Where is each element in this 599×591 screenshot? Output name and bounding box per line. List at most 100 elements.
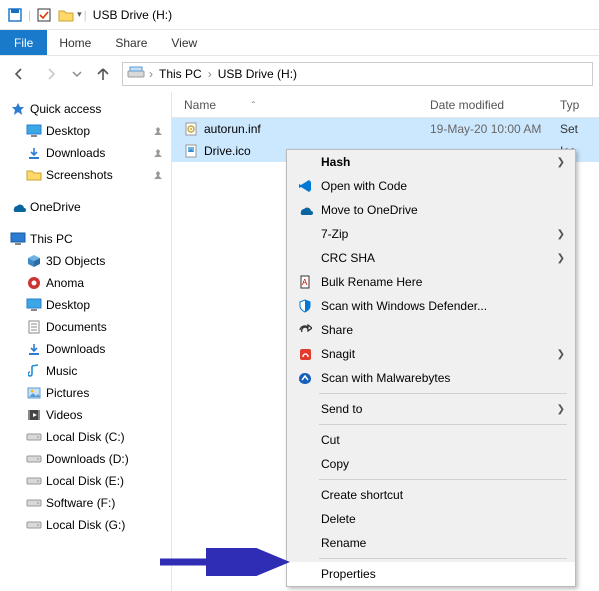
share-icon [295, 324, 315, 336]
context-menu[interactable]: Hash❯Open with CodeMove to OneDrive7-Zip… [286, 149, 576, 587]
disk-icon [26, 495, 42, 511]
back-button[interactable] [6, 61, 32, 87]
pictures-icon [26, 385, 42, 401]
menu-item-rename[interactable]: Rename [287, 531, 575, 555]
tree-item-downloads[interactable]: Downloads [6, 142, 171, 164]
tree-item-local-disk-c-[interactable]: Local Disk (C:) [6, 426, 171, 448]
column-type[interactable]: Typ [560, 98, 599, 112]
3d-icon [26, 253, 42, 269]
menu-item-scan-with-windows-defender[interactable]: Scan with Windows Defender... [287, 294, 575, 318]
svg-text:A: A [302, 278, 308, 287]
tree-item-local-disk-e-[interactable]: Local Disk (E:) [6, 470, 171, 492]
save-icon[interactable] [6, 6, 24, 24]
menu-item-delete[interactable]: Delete [287, 507, 575, 531]
brh-icon: A [295, 275, 315, 289]
tree-item-downloads[interactable]: Downloads [6, 338, 171, 360]
submenu-arrow-icon: ❯ [557, 229, 565, 240]
tree-this-pc[interactable]: This PC [6, 228, 171, 250]
vscode-icon [295, 179, 315, 193]
view-tab[interactable]: View [159, 30, 209, 55]
share-tab[interactable]: Share [103, 30, 159, 55]
disk-icon [26, 451, 42, 467]
file-row[interactable]: autorun.inf19-May-20 10:00 AMSet [172, 118, 599, 140]
disk-icon [26, 517, 42, 533]
file-icon [184, 122, 198, 136]
tree-item-desktop[interactable]: Desktop [6, 294, 171, 316]
submenu-arrow-icon: ❯ [557, 404, 565, 415]
pin-icon [153, 126, 163, 136]
menu-item-open-with-code[interactable]: Open with Code [287, 174, 575, 198]
column-headers[interactable]: Name ⌃ Date modified Typ [172, 92, 599, 118]
submenu-arrow-icon: ❯ [557, 253, 565, 264]
menu-separator [319, 424, 567, 425]
tree-item-videos[interactable]: Videos [6, 404, 171, 426]
menu-item-send-to[interactable]: Send to❯ [287, 397, 575, 421]
menu-item-properties[interactable]: Properties [287, 562, 575, 586]
drive-icon [127, 65, 145, 83]
folder-icon [26, 167, 42, 183]
disk-icon [26, 473, 42, 489]
tree-item-documents[interactable]: Documents [6, 316, 171, 338]
title-bar: | ▾ | USB Drive (H:) [0, 0, 599, 30]
menu-item-crc-sha[interactable]: CRC SHA❯ [287, 246, 575, 270]
tree-onedrive[interactable]: OneDrive [6, 196, 171, 218]
downloads-icon [26, 145, 42, 161]
mwb-icon [295, 372, 315, 385]
address-bar[interactable]: › This PC › USB Drive (H:) [122, 62, 593, 86]
menu-item-share[interactable]: Share [287, 318, 575, 342]
column-date[interactable]: Date modified [430, 98, 560, 112]
sort-caret-icon: ⌃ [250, 100, 257, 109]
tree-item-local-disk-g-[interactable]: Local Disk (G:) [6, 514, 171, 536]
menu-item-7-zip[interactable]: 7-Zip❯ [287, 222, 575, 246]
file-tab[interactable]: File [0, 30, 47, 55]
menu-item-hash[interactable]: Hash❯ [287, 150, 575, 174]
chevron-right-icon[interactable]: › [147, 67, 155, 81]
home-tab[interactable]: Home [47, 30, 103, 55]
tree-item-pictures[interactable]: Pictures [6, 382, 171, 404]
menu-item-copy[interactable]: Copy [287, 452, 575, 476]
navigation-tree[interactable]: Quick access DesktopDownloadsScreenshots… [0, 92, 172, 591]
chevron-right-icon[interactable]: › [206, 67, 214, 81]
menu-item-cut[interactable]: Cut [287, 428, 575, 452]
snagit-icon [295, 348, 315, 361]
menu-item-snagit[interactable]: Snagit❯ [287, 342, 575, 366]
pin-icon [153, 170, 163, 180]
tree-item-music[interactable]: Music [6, 360, 171, 382]
quick-access-icon [10, 101, 26, 117]
qat-overflow-icon[interactable]: ▾ [77, 9, 82, 20]
folder-icon[interactable] [57, 6, 75, 24]
column-name[interactable]: Name [184, 98, 216, 112]
tree-item-software-f-[interactable]: Software (F:) [6, 492, 171, 514]
menu-item-move-to-onedrive[interactable]: Move to OneDrive [287, 198, 575, 222]
breadcrumb-leaf[interactable]: USB Drive (H:) [214, 67, 301, 81]
menu-item-scan-with-malwarebytes[interactable]: Scan with Malwarebytes [287, 366, 575, 390]
tree-item-downloads-d-[interactable]: Downloads (D:) [6, 448, 171, 470]
videos-icon [26, 407, 42, 423]
desktop-icon [26, 297, 42, 313]
tree-item-screenshots[interactable]: Screenshots [6, 164, 171, 186]
tree-item-anoma[interactable]: Anoma [6, 272, 171, 294]
tree-quick-access[interactable]: Quick access [6, 98, 171, 120]
forward-button[interactable] [38, 61, 64, 87]
disk-icon [26, 429, 42, 445]
navigation-bar: › This PC › USB Drive (H:) [0, 56, 599, 92]
this-pc-icon [10, 231, 26, 247]
onedrive-icon [295, 204, 315, 216]
desktop-icon [26, 123, 42, 139]
file-icon [184, 144, 198, 158]
tree-item-3d-objects[interactable]: 3D Objects [6, 250, 171, 272]
recent-locations-button[interactable] [70, 61, 84, 87]
menu-item-bulk-rename-here[interactable]: ABulk Rename Here [287, 270, 575, 294]
menu-item-create-shortcut[interactable]: Create shortcut [287, 483, 575, 507]
up-button[interactable] [90, 61, 116, 87]
breadcrumb-this-pc[interactable]: This PC [155, 67, 206, 81]
menu-separator [319, 479, 567, 480]
menu-separator [319, 558, 567, 559]
menu-separator [319, 393, 567, 394]
pin-icon [153, 148, 163, 158]
submenu-arrow-icon: ❯ [557, 157, 565, 168]
tree-item-desktop[interactable]: Desktop [6, 120, 171, 142]
ribbon: File Home Share View [0, 30, 599, 56]
checkbox-icon[interactable] [35, 6, 53, 24]
defender-icon [295, 299, 315, 313]
